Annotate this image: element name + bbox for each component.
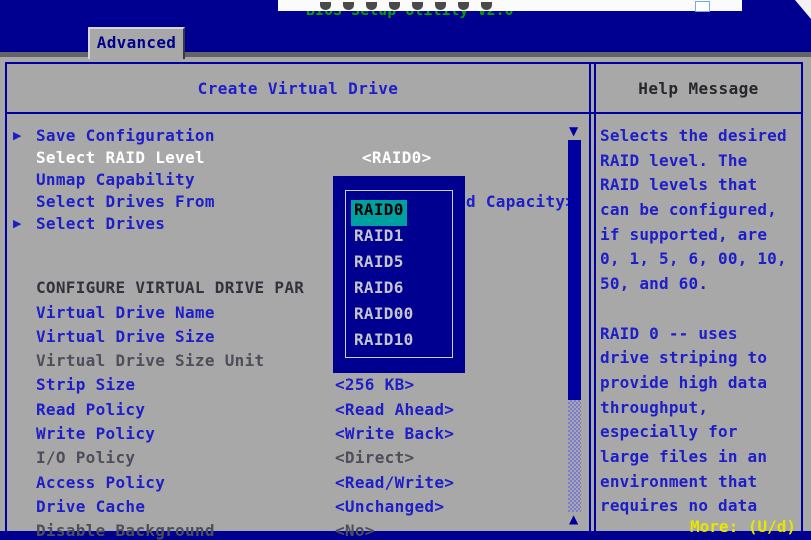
- menu-item-label: Write Policy: [36, 424, 155, 443]
- menu-item-write-policy[interactable]: Write Policy<Write Back>: [36, 424, 155, 442]
- submenu-arrow-icon: ▶: [13, 129, 21, 142]
- help-panel-title: Help Message: [596, 79, 801, 98]
- help-message-body: Selects the desired RAID level. The RAID…: [600, 126, 802, 521]
- menu-item-label: Select Drives: [36, 214, 165, 233]
- menu-item-label: Virtual Drive Size Unit: [36, 351, 264, 370]
- dropdown-option-raid0[interactable]: RAID0: [351, 200, 407, 226]
- help-line: 50, and 60.: [600, 274, 802, 299]
- menu-item-virtual-drive-size-unit: Virtual Drive Size Unit: [36, 351, 264, 369]
- panel-separator: [589, 62, 591, 531]
- screen-corner-artifact: [795, 0, 811, 19]
- more-indicator: More: (U/d): [596, 517, 796, 536]
- menu-item-label: Virtual Drive Size: [36, 327, 215, 346]
- menu-item-value[interactable]: <Write Back>: [335, 424, 454, 443]
- toolbar-icon[interactable]: [435, 2, 446, 10]
- panel-border: [5, 112, 803, 114]
- menu-item-label: Select RAID Level: [36, 148, 205, 167]
- menu-item-drive-cache[interactable]: Drive Cache<Unchanged>: [36, 497, 145, 515]
- section-label: CONFIGURE VIRTUAL DRIVE PAR: [36, 278, 304, 297]
- dropdown-option-raid6[interactable]: RAID6: [351, 278, 407, 304]
- panel-border: [5, 62, 803, 64]
- help-line: throughput,: [600, 398, 802, 423]
- help-line: RAID levels that: [600, 175, 802, 200]
- scrollbar-track[interactable]: [568, 400, 581, 512]
- menu-item-value[interactable]: <256 KB>: [335, 375, 414, 394]
- menu-item-value[interactable]: d Capacity>: [466, 192, 575, 211]
- help-line: Selects the desired: [600, 126, 802, 151]
- help-line: [600, 299, 802, 324]
- menu-item-label: Read Policy: [36, 400, 145, 419]
- toolbar-icon[interactable]: [366, 2, 377, 10]
- menu-item-label: I/O Policy: [36, 448, 135, 467]
- help-line: especially for: [600, 422, 802, 447]
- help-line: drive striping to: [600, 348, 802, 373]
- menu-item-select-drives[interactable]: Select Drives: [36, 214, 165, 232]
- help-line: large files in an: [600, 447, 802, 472]
- dropdown-option-raid00[interactable]: RAID00: [351, 304, 417, 330]
- raid-level-dropdown[interactable]: RAID0 RAID1 RAID5 RAID6 RAID00 RAID10: [333, 176, 465, 373]
- help-line: 0, 1, 5, 6, 00, 10,: [600, 249, 802, 274]
- menu-item-value: <Direct>: [335, 448, 414, 467]
- scrollbar-thumb[interactable]: [568, 140, 581, 400]
- page-title: Create Virtual Drive: [7, 79, 589, 98]
- menu-item-label: Drive Cache: [36, 497, 145, 516]
- menu-item-label: Unmap Capability: [36, 170, 195, 189]
- help-line: if supported, are: [600, 225, 802, 250]
- remote-viewer-toolbar[interactable]: [278, 0, 742, 11]
- tab-advanced[interactable]: Advanced: [88, 27, 185, 59]
- dropdown-option-raid1[interactable]: RAID1: [351, 226, 407, 252]
- toolbar-icon[interactable]: [481, 2, 492, 10]
- panel-separator: [594, 62, 596, 531]
- menu-item-value[interactable]: <Read/Write>: [335, 473, 454, 492]
- menu-item-access-policy[interactable]: Access Policy<Read/Write>: [36, 473, 165, 491]
- menu-item-label: Virtual Drive Name: [36, 303, 215, 322]
- menu-item-select-drives-from[interactable]: Select Drives Fromd Capacity>: [36, 192, 215, 210]
- section-header-configure-parameters: CONFIGURE VIRTUAL DRIVE PAR: [36, 278, 304, 296]
- scrollbar-arrow-top[interactable]: ▼: [569, 124, 578, 138]
- toolbar-icon[interactable]: [320, 2, 331, 10]
- menu-item-virtual-drive-size[interactable]: Virtual Drive Size: [36, 327, 215, 345]
- dropdown-option-raid10[interactable]: RAID10: [351, 330, 417, 356]
- menu-item-unmap-capability[interactable]: Unmap Capability: [36, 170, 195, 188]
- menu-item-virtual-drive-name[interactable]: Virtual Drive Name: [36, 303, 215, 321]
- menu-item-value[interactable]: <RAID0>: [362, 148, 432, 167]
- raid-level-dropdown-list: RAID0 RAID1 RAID5 RAID6 RAID00 RAID10: [345, 190, 453, 358]
- menu-item-disable-background: Disable Background<No>: [36, 521, 215, 539]
- menu-item-select-raid-level[interactable]: Select RAID Level<RAID0>: [36, 148, 205, 166]
- menu-item-label: Access Policy: [36, 473, 165, 492]
- menu-item-value[interactable]: <Unchanged>: [335, 497, 444, 516]
- panel-border: [5, 62, 7, 531]
- help-line: RAID level. The: [600, 151, 802, 176]
- menu-item-label: Save Configuration: [36, 126, 215, 145]
- menu-item-read-policy[interactable]: Read Policy<Read Ahead>: [36, 400, 145, 418]
- menu-item-value[interactable]: <Read Ahead>: [335, 400, 454, 419]
- help-line: environment that: [600, 472, 802, 497]
- menu-item-io-policy: I/O Policy<Direct>: [36, 448, 135, 466]
- toolbar-icon[interactable]: [389, 2, 400, 10]
- dropdown-option-raid5[interactable]: RAID5: [351, 252, 407, 278]
- toolbar-icon[interactable]: [458, 2, 469, 10]
- help-line: RAID 0 -- uses: [600, 324, 802, 349]
- toolbar-icon[interactable]: [412, 2, 423, 10]
- menu-item-strip-size[interactable]: Strip Size<256 KB>: [36, 375, 135, 393]
- menu-item-label: Select Drives From: [36, 192, 215, 211]
- toolbar-checkbox-icon[interactable]: [695, 1, 710, 12]
- help-line: provide high data: [600, 373, 802, 398]
- toolbar-icon[interactable]: [343, 2, 354, 10]
- scrollbar-arrow-bottom[interactable]: ▲: [569, 512, 578, 526]
- help-line: can be configured,: [600, 200, 802, 225]
- submenu-arrow-icon: ▶: [13, 217, 21, 230]
- menu-item-label: Strip Size: [36, 375, 135, 394]
- menu-item-save-configuration[interactable]: Save Configuration: [36, 126, 215, 144]
